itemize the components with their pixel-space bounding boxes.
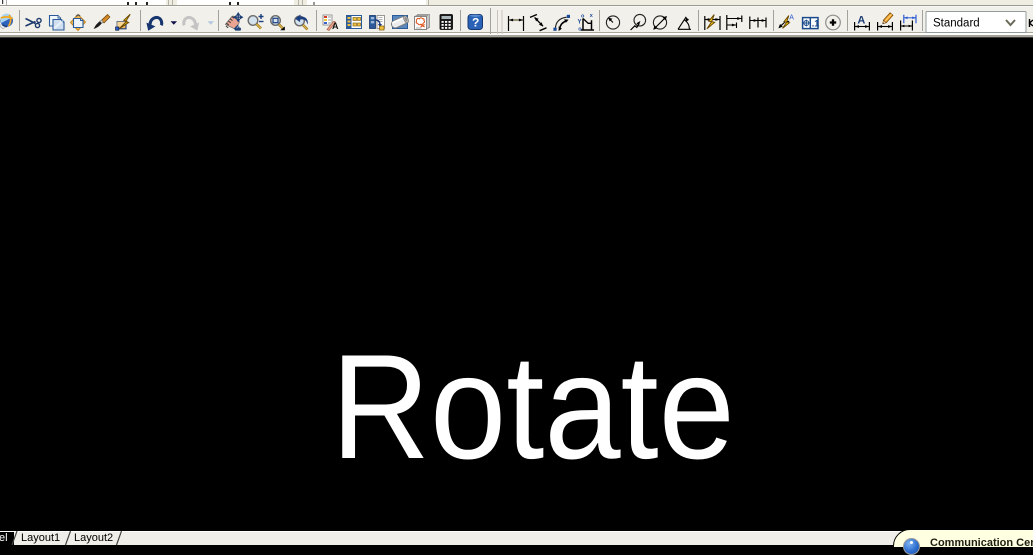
svg-text:A: A (332, 21, 339, 31)
svg-text:Standard: Standard (933, 18, 980, 30)
svg-text:.1: .1 (812, 18, 820, 28)
svg-text:A: A (789, 14, 794, 21)
svg-text:Y: Y (578, 19, 582, 25)
svg-text:?: ? (472, 16, 479, 30)
svg-text:A: A (857, 14, 865, 26)
